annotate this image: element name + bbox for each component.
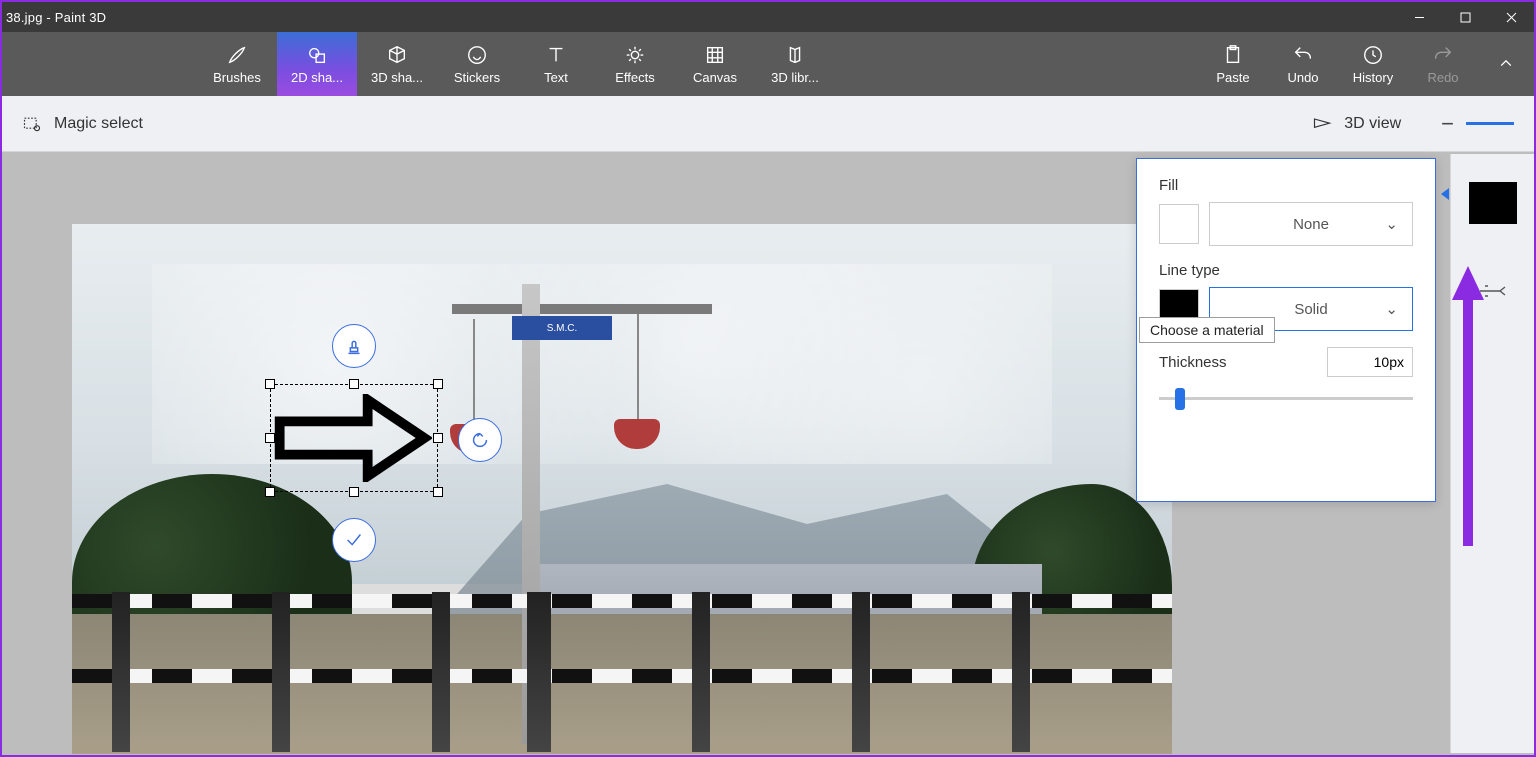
magic-select-button[interactable]: Magic select [22, 114, 143, 134]
shape-selection[interactable] [270, 384, 438, 492]
paste-icon [1222, 44, 1244, 66]
3d-view-icon [1312, 115, 1332, 133]
sidebar-expand-icon[interactable] [1441, 188, 1449, 200]
rotate-button[interactable] [458, 418, 502, 462]
current-color-swatch[interactable] [1469, 182, 1517, 224]
action-history[interactable]: History [1338, 32, 1408, 96]
resize-handle[interactable] [265, 433, 275, 443]
3d-library-icon [784, 44, 806, 66]
check-icon [343, 529, 365, 551]
action-undo[interactable]: Undo [1268, 32, 1338, 96]
color-sidebar [1450, 154, 1534, 753]
resize-handle[interactable] [433, 487, 443, 497]
thickness-slider[interactable] [1159, 389, 1413, 409]
eyedropper-button[interactable] [1473, 278, 1513, 304]
tool-2d-shapes[interactable]: 2D sha... [277, 32, 357, 96]
sub-toolbar: Magic select 3D view − [2, 96, 1534, 152]
expand-ribbon-button[interactable] [1478, 32, 1534, 96]
resize-handle[interactable] [433, 379, 443, 389]
zoom-out-button[interactable]: − [1441, 111, 1454, 137]
canvas-icon [704, 44, 726, 66]
chevron-down-icon: ⌄ [1385, 300, 1398, 318]
title-app: Paint 3D [55, 10, 106, 25]
stamp-icon [343, 335, 365, 357]
tooltip: Choose a material [1139, 317, 1275, 343]
linetype-label: Line type [1159, 262, 1413, 279]
title-filename: 38.jpg [6, 10, 43, 25]
brush-icon [226, 44, 248, 66]
2d-shapes-icon [306, 44, 328, 66]
action-redo: Redo [1408, 32, 1478, 96]
commit-button[interactable] [332, 518, 376, 562]
tool-brushes[interactable]: Brushes [197, 32, 277, 96]
ribbon: Brushes 2D sha... 3D sha... Stickers Tex… [2, 32, 1534, 96]
tool-3d-shapes[interactable]: 3D sha... [357, 32, 437, 96]
minimize-button[interactable] [1396, 2, 1442, 32]
effects-icon [624, 44, 646, 66]
canvas-image: S.M.C. [72, 224, 1172, 754]
stickers-icon [466, 44, 488, 66]
thickness-label: Thickness [1159, 354, 1227, 371]
fill-dropdown[interactable]: None ⌄ [1209, 202, 1413, 246]
undo-icon [1292, 44, 1314, 66]
shape-properties-panel: Fill None ⌄ Line type Choose a material … [1136, 158, 1436, 502]
history-icon [1362, 44, 1384, 66]
make-3d-button[interactable] [332, 324, 376, 368]
sign-label: S.M.C. [512, 316, 612, 340]
tool-3d-library[interactable]: 3D libr... [755, 32, 835, 96]
chevron-down-icon: ⌄ [1385, 215, 1398, 233]
tool-text[interactable]: Text [517, 32, 595, 96]
3d-view-button[interactable]: 3D view [1312, 115, 1401, 133]
redo-icon [1432, 44, 1454, 66]
tool-stickers[interactable]: Stickers [437, 32, 517, 96]
tool-canvas[interactable]: Canvas [675, 32, 755, 96]
zoom-controls: − [1441, 111, 1514, 137]
workspace: S.M.C. [2, 154, 1534, 753]
maximize-button[interactable] [1442, 2, 1488, 32]
thickness-input[interactable] [1327, 347, 1413, 377]
resize-handle[interactable] [433, 433, 443, 443]
magic-select-icon [22, 114, 42, 134]
zoom-slider[interactable] [1466, 122, 1514, 125]
canvas[interactable]: S.M.C. [72, 224, 1172, 754]
fill-color-swatch[interactable] [1159, 204, 1199, 244]
fill-label: Fill [1159, 177, 1413, 194]
close-button[interactable] [1488, 2, 1534, 32]
action-paste[interactable]: Paste [1198, 32, 1268, 96]
rotate-icon [469, 429, 491, 451]
tool-effects[interactable]: Effects [595, 32, 675, 96]
resize-handle[interactable] [349, 487, 359, 497]
title-bar: 38.jpg - Paint 3D [2, 2, 1534, 32]
3d-shapes-icon [386, 44, 408, 66]
resize-handle[interactable] [265, 487, 275, 497]
text-icon [545, 44, 567, 66]
resize-handle[interactable] [265, 379, 275, 389]
resize-handle[interactable] [349, 379, 359, 389]
